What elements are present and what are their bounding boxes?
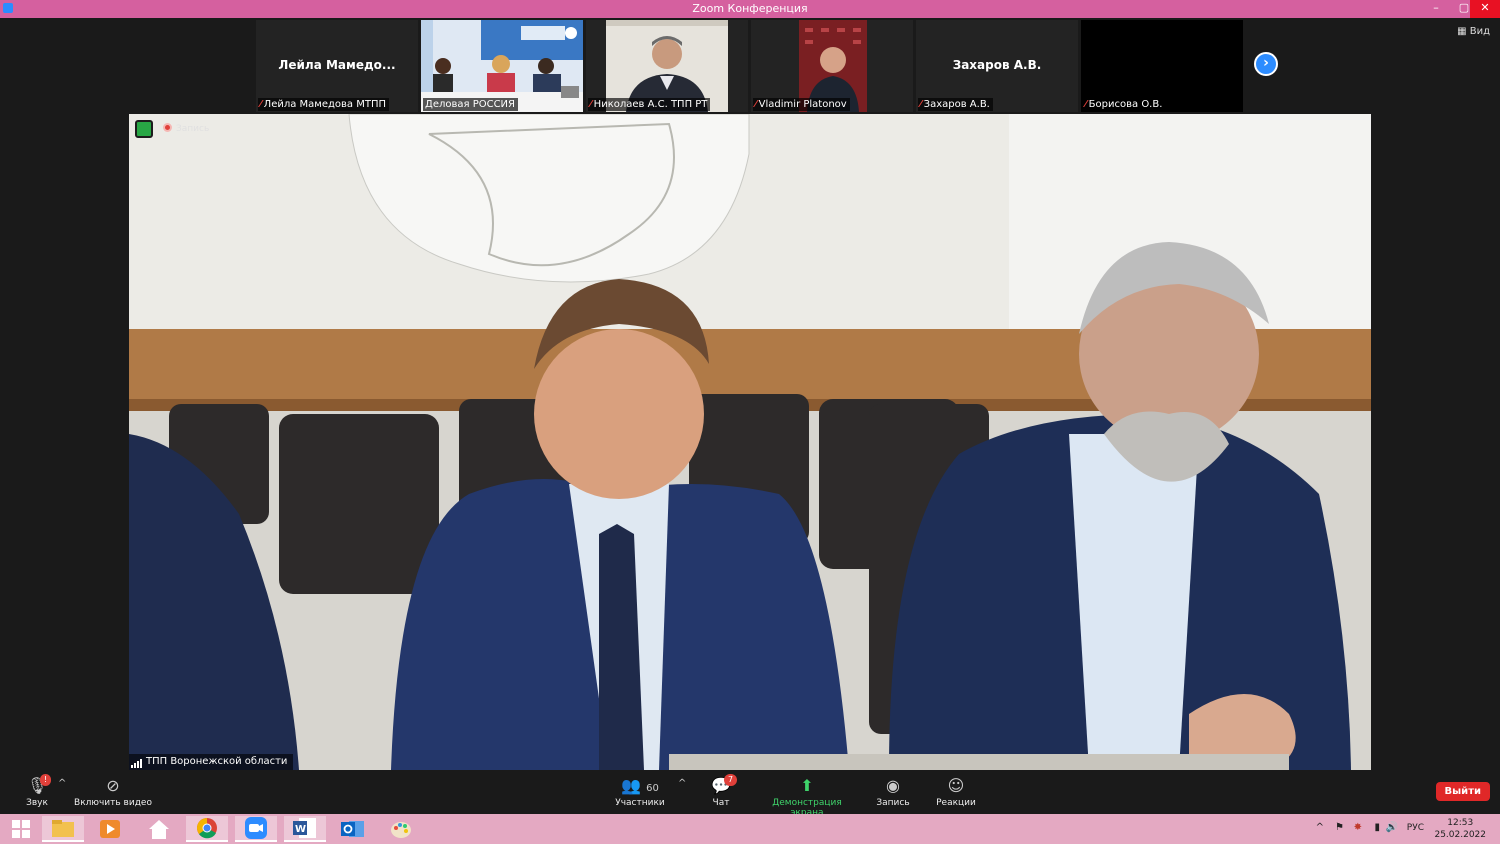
taskbar-explorer[interactable]: [42, 816, 84, 842]
taskbar-media-player[interactable]: [89, 816, 131, 842]
taskbar-chrome[interactable]: [186, 816, 228, 842]
paint-palette-icon: [391, 822, 411, 838]
windows-logo-icon: [12, 820, 30, 838]
taskbar-clock[interactable]: 12:53 25.02.2022: [1434, 817, 1486, 841]
chat-unread-badge: 7: [724, 774, 738, 786]
close-window-button[interactable]: ✕: [1470, 0, 1500, 18]
participant-label: ⁄ Vladimir Platonov: [753, 98, 850, 111]
antivirus-icon[interactable]: ✸: [1354, 822, 1362, 833]
leave-meeting-button[interactable]: Выйти: [1435, 782, 1490, 801]
word-icon: W: [293, 818, 316, 838]
participants-button[interactable]: 👥 60 Участники: [612, 776, 668, 808]
volume-icon[interactable]: 🔊: [1386, 822, 1398, 833]
participant-tile[interactable]: ⁄ Борисова О.В.: [1081, 20, 1243, 112]
zoom-icon: [245, 817, 267, 839]
outlook-icon: [341, 821, 364, 837]
participant-tile[interactable]: ⁄ Vladimir Platonov: [751, 20, 913, 112]
system-tray: ^ ⚑ ✸ ▮ 🔊 РУС 12:53 25.02.2022: [1300, 814, 1500, 844]
mic-muted-icon: ⁄: [260, 99, 262, 110]
smiley-plus-icon: ☺: [947, 776, 965, 795]
recording-indicator: Запись: [163, 123, 209, 134]
start-button[interactable]: [0, 816, 42, 842]
flag-icon[interactable]: ⚑: [1335, 822, 1344, 833]
encryption-shield-icon[interactable]: [135, 120, 153, 138]
participant-label: ⁄ Николаев А.С. ТПП РТ: [588, 98, 711, 111]
home-icon: [149, 820, 169, 839]
meeting-toolbar: 🎙 ! Звук ^ ⊘ Включить видео 👥 60 Участни…: [0, 772, 1500, 818]
window-title: Zoom Конференция: [692, 2, 808, 15]
participant-center-name: Захаров А.В.: [952, 58, 1042, 72]
mic-muted-icon: ⁄: [1085, 99, 1087, 110]
record-dot-icon: [163, 123, 172, 132]
svg-text:W: W: [295, 824, 306, 835]
speaker-name-label: ТПП Воронежской области: [129, 754, 294, 770]
participant-center-name: Лейла Мамедо...: [278, 58, 396, 72]
record-icon: ◉: [886, 776, 900, 795]
input-language[interactable]: РУС: [1407, 823, 1424, 833]
next-page-chevron-icon[interactable]: ›: [1254, 52, 1278, 76]
signal-strength-icon: [131, 757, 143, 768]
audio-button[interactable]: 🎙 ! Звук: [22, 774, 52, 808]
participant-label: ⁄ Захаров А.В.: [918, 98, 993, 111]
tray-overflow-icon[interactable]: ^: [1316, 822, 1324, 833]
share-screen-button[interactable]: ⬆ Демонстрация экрана: [756, 776, 858, 818]
participant-label: Деловая РОССИЯ: [423, 98, 518, 111]
participant-tile[interactable]: Лейла Мамедо... ⁄ Лейла Мамедова МТПП: [256, 20, 418, 112]
participants-options-caret-icon[interactable]: ^: [678, 778, 686, 789]
media-player-icon: [100, 820, 120, 838]
taskbar-paint[interactable]: [380, 816, 422, 842]
taskbar-word[interactable]: W: [284, 816, 326, 842]
folder-icon: [52, 820, 74, 837]
reactions-button[interactable]: ☺ Реакции: [934, 776, 978, 808]
active-speaker-video: Запись ТПП Воронежской области: [129, 114, 1371, 770]
window-titlebar: Zoom Конференция – ▢ ✕: [0, 0, 1500, 18]
share-screen-icon: ⬆: [800, 776, 814, 795]
grid-icon: ▦: [1457, 26, 1470, 37]
video-off-icon: ⊘: [106, 776, 120, 795]
taskbar-home[interactable]: [138, 816, 180, 842]
start-video-button[interactable]: ⊘ Включить видео: [72, 776, 154, 808]
record-button[interactable]: ◉ Запись: [874, 776, 912, 808]
mic-muted-icon: ⁄: [920, 99, 922, 110]
windows-taskbar: W ^ ⚑ ✸ ▮ 🔊 РУС 12:53 25.02.2022: [0, 814, 1500, 844]
minimize-button[interactable]: –: [1422, 0, 1450, 18]
audio-options-caret-icon[interactable]: ^: [58, 778, 66, 789]
network-icon[interactable]: ▮: [1374, 822, 1380, 833]
audio-warning-badge: !: [40, 774, 52, 786]
meeting-stage: Лейла Мамедо... ⁄ Лейла Мамедова МТПП Дел…: [0, 18, 1500, 772]
chat-button[interactable]: 💬 7 Чат: [706, 774, 738, 808]
participant-label: ⁄ Лейла Мамедова МТПП: [258, 98, 390, 111]
participant-label: ⁄ Борисова О.В.: [1083, 98, 1166, 111]
mic-muted-icon: ⁄: [590, 99, 592, 110]
participant-tile[interactable]: Деловая РОССИЯ: [421, 20, 583, 112]
mic-muted-icon: ⁄: [755, 99, 757, 110]
participant-tile[interactable]: Захаров А.В. ⁄ Захаров А.В.: [916, 20, 1078, 112]
view-button[interactable]: ▦ Вид: [1457, 26, 1490, 37]
taskbar-outlook[interactable]: [332, 816, 374, 842]
participants-icon: 👥 60: [621, 776, 659, 795]
speaker-scene: [129, 114, 1371, 770]
participant-tile[interactable]: ⁄ Николаев А.С. ТПП РТ: [586, 20, 748, 112]
chrome-icon: [197, 818, 217, 839]
taskbar-zoom[interactable]: [235, 816, 277, 842]
